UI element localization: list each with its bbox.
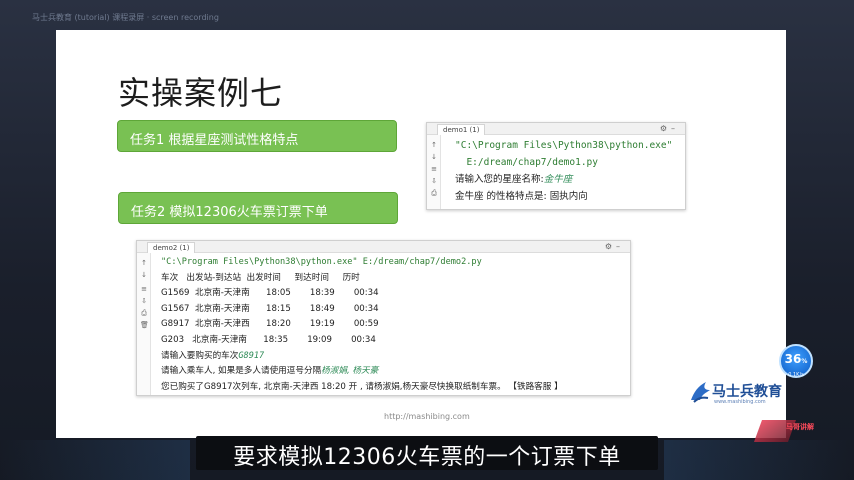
console-line: "C:\Program Files\Python38\python.exe" E… (161, 257, 482, 267)
console-line: E:/dream/chap7/demo1.py (455, 157, 598, 168)
user-input-text: 杨淑娟, 杨天豪 (321, 366, 379, 377)
task-2-box: 任务2 模拟12306火车票订票下单 (118, 192, 398, 224)
console-toolbar: ↑ ↓ ≡ ⇩ ⎙ (427, 135, 441, 209)
brand-name: 马士兵教育 (712, 384, 782, 400)
console-line: 金牛座 的性格特点是: 固执内向 (455, 191, 588, 202)
scroll-icon[interactable]: ⇩ (140, 297, 148, 305)
decor-glow-left (0, 440, 190, 480)
speed-badge: 36% 0.1K/s (779, 344, 813, 378)
badge-sub: 0.1K/s (788, 372, 804, 378)
scroll-icon[interactable]: ⇩ (430, 177, 438, 185)
console-header: demo2 (1) ⚙– (137, 241, 630, 253)
subtitle-bar: 要求模拟12306火车票的一个订票下单 (196, 436, 658, 470)
console-line: 请输入乘车人, 如果是多人请使用逗号分隔杨淑娟, 杨天豪 (161, 364, 563, 380)
table-row: G8917 北京南-天津西 18:20 19:19 00:59 (161, 319, 379, 330)
print-icon[interactable]: ⎙ (430, 189, 438, 197)
console-header: demo1 (1) ⚙– (427, 123, 685, 135)
minimize-icon[interactable]: – (671, 124, 679, 133)
window-caption: 马士兵教育 (tutorial) 课程录屏 · screen recording (32, 13, 219, 22)
console-demo1: demo1 (1) ⚙– ↑ ↓ ≡ ⇩ ⎙ "C:\Program Files… (426, 122, 686, 210)
console-actions: ⚙– (660, 123, 679, 135)
presentation-slide: 实操案例七 任务1 根据星座测试性格特点 任务2 模拟12306火车票订票下单 … (56, 30, 786, 438)
console-actions: ⚙– (605, 241, 624, 253)
wrap-icon[interactable]: ≡ (140, 285, 148, 293)
slide-title: 实操案例七 (118, 74, 284, 112)
decor-glow-right (664, 440, 854, 480)
corner-tag: 马哥讲解 (786, 423, 814, 431)
prompt-text: 请输入要购买的车次 (161, 350, 239, 361)
console-line: 您已购买了G8917次列车, 北京南-天津西 18:20 开 , 请杨淑娟,杨天… (161, 381, 563, 392)
console-toolbar: ↑ ↓ ≡ ⇩ ⎙ 🗑 (137, 253, 151, 395)
prompt-text: 请输入乘车人, 如果是多人请使用逗号分隔 (161, 366, 322, 377)
console-line: 请输入您的星座名称:金牛座 (455, 171, 672, 188)
up-arrow-icon[interactable]: ↑ (140, 259, 148, 267)
up-arrow-icon[interactable]: ↑ (430, 141, 438, 149)
brand-logo: 马士兵教育 www.mashibing.com (688, 376, 784, 410)
gear-icon[interactable]: ⚙ (605, 242, 616, 251)
console-tab[interactable]: demo1 (1) (437, 124, 486, 135)
user-input-text: G8917 (238, 350, 265, 361)
brand-url: www.mashibing.com (714, 399, 766, 405)
console-output: "C:\Program Files\Python38\python.exe" E… (455, 137, 672, 205)
table-header-line: 车次 出发站-到达站 出发时间 到达时间 历时 (161, 272, 360, 283)
table-row: G1569 北京南-天津南 18:05 18:39 00:34 (161, 288, 379, 299)
badge-value: 36% (784, 352, 808, 366)
horse-icon (691, 382, 710, 403)
down-arrow-icon[interactable]: ↓ (140, 271, 148, 279)
slide-footer-url: http://mashibing.com (384, 412, 470, 421)
console-line: 请输入要购买的车次G8917 (161, 349, 563, 365)
prompt-text: 请输入您的星座名称: (455, 174, 544, 185)
subtitle-text: 要求模拟12306火车票的一个订票下单 (233, 445, 621, 470)
trash-icon[interactable]: 🗑 (140, 321, 149, 329)
table-row: G203 北京南-天津南 18:35 19:09 00:34 (161, 334, 376, 345)
minimize-icon[interactable]: – (616, 242, 624, 251)
print-icon[interactable]: ⎙ (140, 309, 148, 317)
console-output: "C:\Program Files\Python38\python.exe" E… (161, 255, 563, 395)
console-tab[interactable]: demo2 (1) (147, 242, 196, 253)
console-line: "C:\Program Files\Python38\python.exe" (455, 140, 673, 151)
user-input-text: 金牛座 (543, 174, 573, 185)
table-row: G1567 北京南-天津南 18:15 18:49 00:34 (161, 303, 379, 314)
down-arrow-icon[interactable]: ↓ (430, 153, 438, 161)
console-demo2: demo2 (1) ⚙– ↑ ↓ ≡ ⇩ ⎙ 🗑 "C:\Program Fil… (136, 240, 631, 396)
task-1-box: 任务1 根据星座测试性格特点 (117, 120, 397, 152)
wrap-icon[interactable]: ≡ (430, 165, 438, 173)
gear-icon[interactable]: ⚙ (660, 124, 671, 133)
